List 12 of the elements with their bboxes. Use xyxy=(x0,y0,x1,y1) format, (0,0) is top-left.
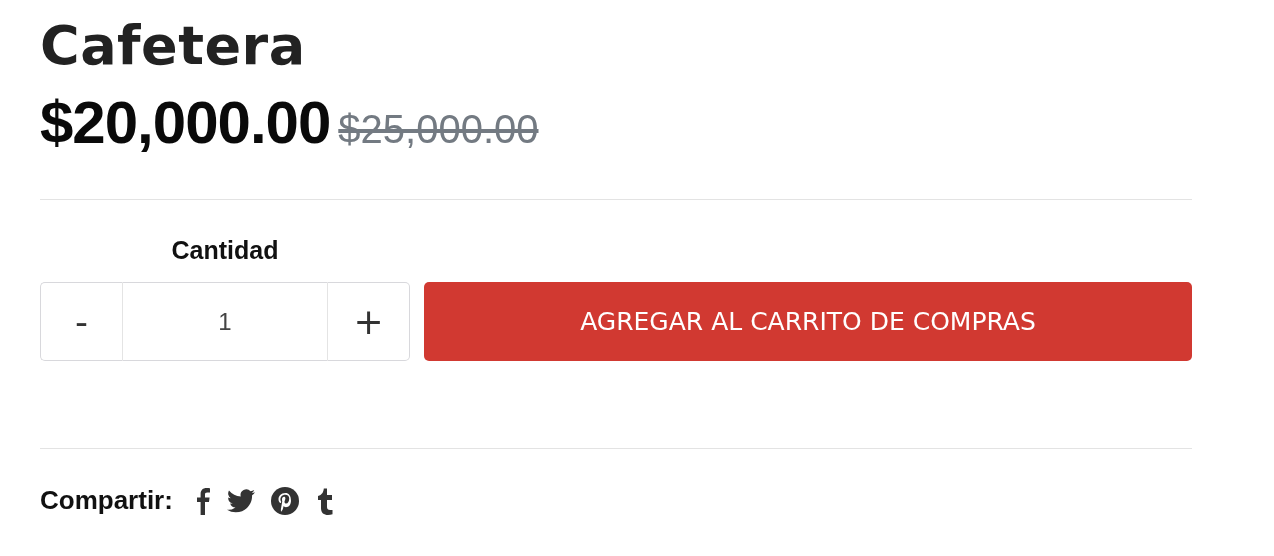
increment-button[interactable]: + xyxy=(327,282,410,361)
share-label: Compartir: xyxy=(40,485,173,516)
product-title: Cafetera xyxy=(40,13,307,79)
old-price: $25,000.00 xyxy=(338,107,539,152)
pinterest-icon[interactable] xyxy=(270,486,299,515)
add-to-cart-button[interactable]: AGREGAR AL CARRITO DE COMPRAS xyxy=(424,282,1192,361)
price: $20,000.00 xyxy=(40,88,331,158)
quantity-label: Cantidad xyxy=(170,236,280,265)
facebook-icon[interactable] xyxy=(194,486,211,515)
bird-icon[interactable] xyxy=(226,488,255,513)
quantity-field[interactable]: 1 xyxy=(123,282,327,361)
decrement-button[interactable]: - xyxy=(40,282,123,361)
